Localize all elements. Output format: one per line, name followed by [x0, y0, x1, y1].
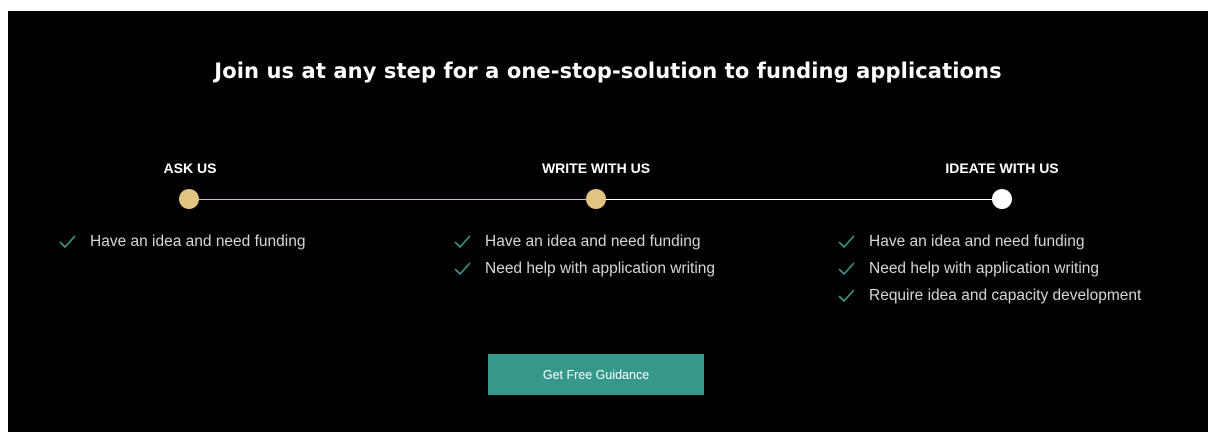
- feature-item-label: Need help with application writing: [485, 259, 716, 277]
- check-icon: [454, 262, 471, 275]
- journey-section: Join us at any step for a one-stop-solut…: [8, 11, 1208, 432]
- feature-item-label: Require idea and capacity development: [869, 286, 1142, 304]
- check-icon: [59, 235, 76, 248]
- feature-item-need-help-with-application-writing: Need help with application writing: [838, 257, 1141, 280]
- feature-item-label: Need help with application writing: [869, 259, 1100, 277]
- step-title-ideate-with-us: IDEATE WITH US: [945, 160, 1059, 176]
- check-icon: [838, 235, 855, 248]
- feature-item-need-help-with-application-writing: Need help with application writing: [454, 257, 715, 280]
- feature-item-have-an-idea-and-need-funding: Have an idea and need funding: [59, 230, 305, 253]
- feature-list-ask-us: Have an idea and need funding: [59, 230, 305, 257]
- feature-item-label: Have an idea and need funding: [90, 232, 306, 250]
- get-free-guidance-button[interactable]: Get Free Guidance: [488, 354, 704, 395]
- check-icon: [838, 262, 855, 275]
- feature-item-label: Have an idea and need funding: [869, 232, 1085, 250]
- step-title-ask-us: ASK US: [163, 160, 217, 176]
- feature-item-require-idea-and-capacity-development: Require idea and capacity development: [838, 284, 1141, 307]
- check-icon: [454, 235, 471, 248]
- timeline-dot-ideate-with-us: [992, 189, 1012, 209]
- feature-item-have-an-idea-and-need-funding: Have an idea and need funding: [838, 230, 1141, 253]
- feature-list-ideate-with-us: Have an idea and need funding Need help w…: [838, 230, 1141, 311]
- section-headline: Join us at any step for a one-stop-solut…: [214, 59, 1002, 83]
- timeline-dot-write-with-us: [586, 189, 606, 209]
- timeline-connector-2: [606, 199, 1002, 200]
- timeline-dot-ask-us: [179, 189, 199, 209]
- feature-list-write-with-us: Have an idea and need funding Need help w…: [454, 230, 715, 284]
- feature-item-label: Have an idea and need funding: [485, 232, 701, 250]
- feature-item-have-an-idea-and-need-funding: Have an idea and need funding: [454, 230, 715, 253]
- check-icon: [838, 289, 855, 302]
- timeline-connector-1: [199, 199, 596, 200]
- step-title-write-with-us: WRITE WITH US: [541, 160, 651, 176]
